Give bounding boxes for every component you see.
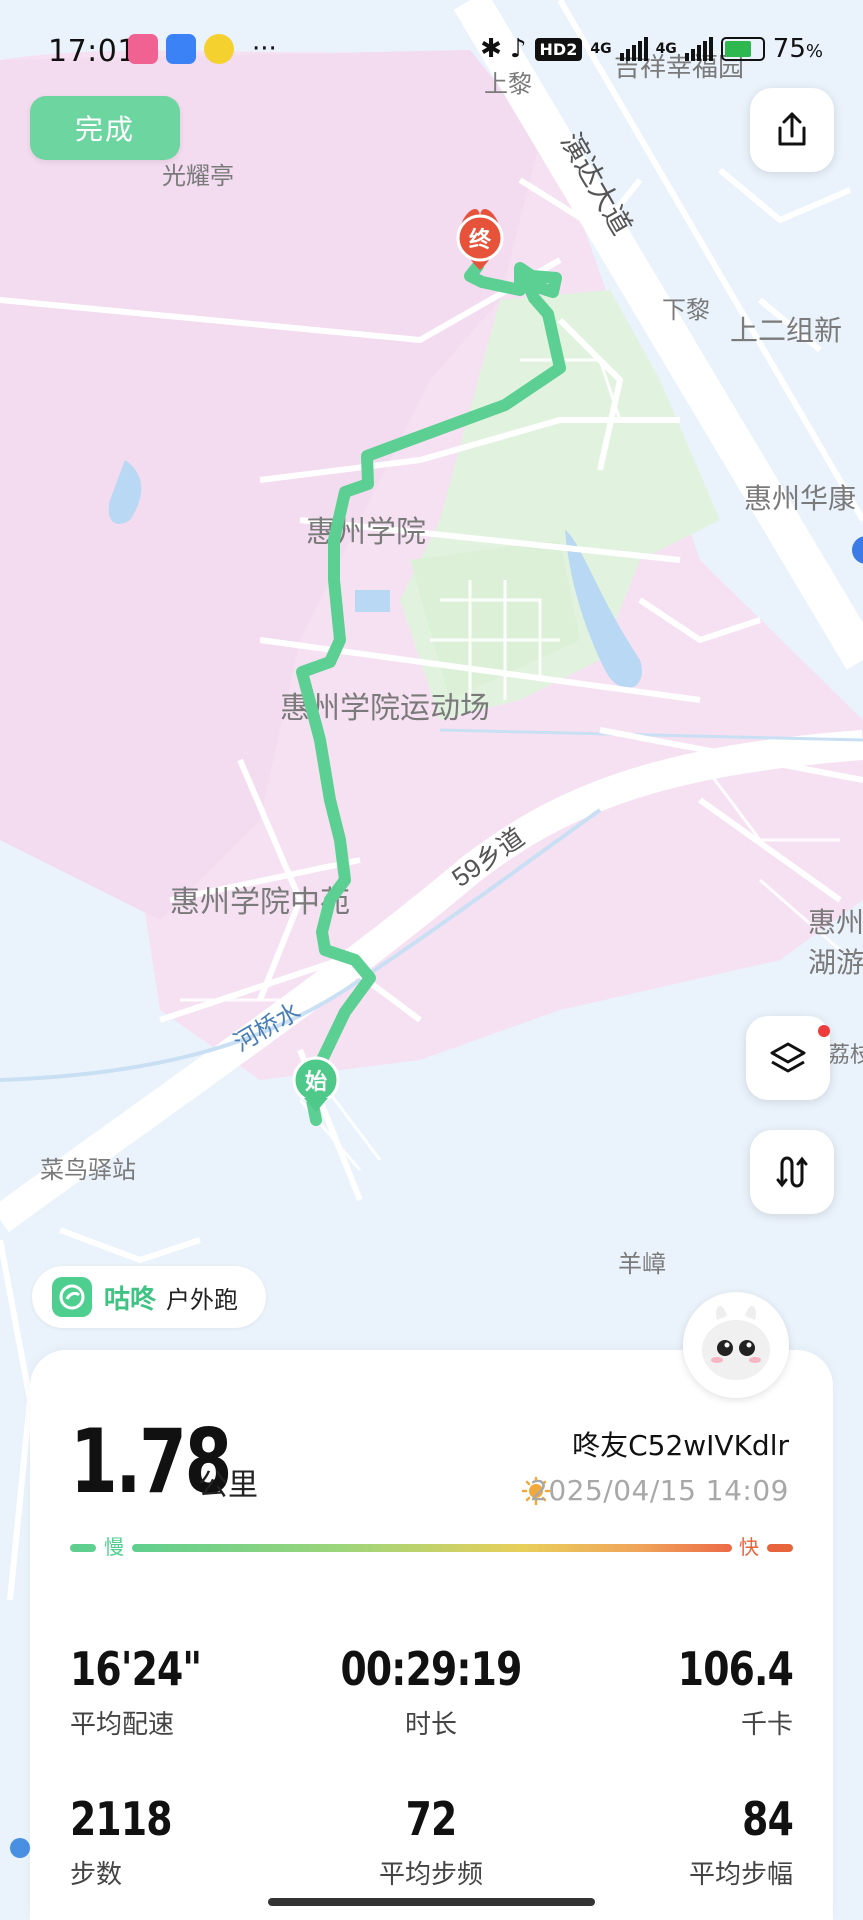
notification-dot xyxy=(818,1025,830,1037)
map-label-lake2: 湖游 xyxy=(808,947,863,978)
share-button[interactable] xyxy=(750,88,834,172)
bluetooth-icon: ✱ xyxy=(480,34,502,64)
status-app-icons: ··· xyxy=(128,34,277,64)
status-time: 17:01 xyxy=(48,34,137,69)
brand-name: 咕咚 xyxy=(104,1284,157,1315)
signal-icon-2 xyxy=(684,37,713,61)
stat-steps: 2118 步数 xyxy=(70,1792,173,1890)
stat-avg-pace: 16'24" 平均配速 xyxy=(70,1642,202,1740)
mascot-avatar[interactable] xyxy=(683,1292,789,1398)
map-label-li: 荔枝 xyxy=(828,1042,863,1067)
map-label-cainiao: 菜鸟驿站 xyxy=(40,1157,136,1184)
status-indicators: ✱ ♪ HD2 4G 4G 75% xyxy=(480,34,823,64)
stat-stride: 84 平均步幅 xyxy=(688,1792,794,1890)
layers-icon xyxy=(770,1042,806,1073)
start-marker-label: 始 xyxy=(305,1069,327,1094)
pace-legend-bar: 慢 快 xyxy=(70,1534,793,1564)
status-bar: 17:01 ··· ✱ ♪ HD2 4G 4G 75% xyxy=(0,0,863,100)
fast-label: 快 xyxy=(739,1535,759,1559)
share-icon xyxy=(778,112,806,146)
route-icon xyxy=(776,1156,808,1188)
map-label-huizhou-lake: 惠州 xyxy=(808,907,863,938)
battery-level: 75% xyxy=(772,34,823,64)
done-button[interactable]: 完成 xyxy=(30,96,180,160)
codoon-logo-icon xyxy=(52,1277,92,1317)
compass-dot xyxy=(10,1838,30,1858)
network-type-1: 4G xyxy=(590,41,612,57)
map-label-guangyao: 光耀亭 xyxy=(162,163,234,190)
stat-cadence: 72 平均步频 xyxy=(378,1792,483,1890)
stat-calories: 106.4 千卡 xyxy=(677,1642,794,1740)
mute-icon: ♪ xyxy=(509,34,527,64)
workout-summary-card: 1.78 公里 咚友C52wIVKdlr 2025/04/15 14:09 慢 … xyxy=(30,1350,833,1920)
route-toggle-button[interactable] xyxy=(750,1130,834,1214)
slow-label: 慢 xyxy=(104,1535,124,1559)
mail-icon xyxy=(166,34,196,64)
end-marker-label: 终 xyxy=(469,227,492,252)
map-label-hzxy: 惠州学院 xyxy=(306,516,426,549)
workout-datetime: 2025/04/15 14:09 xyxy=(530,1474,789,1507)
music-icon xyxy=(204,34,234,64)
mascot-icon xyxy=(702,1305,770,1380)
battery-icon xyxy=(720,37,765,61)
stat-duration: 00:29:19 时长 xyxy=(340,1642,522,1740)
signal-icon xyxy=(619,37,648,61)
distance-unit: 公里 xyxy=(198,1468,258,1503)
map-label-xiali: 下黎 xyxy=(662,297,710,324)
activity-type: 户外跑 xyxy=(166,1285,239,1314)
map-label-shanger: 上二组新 xyxy=(730,315,842,346)
more-icon: ··· xyxy=(252,34,277,64)
hd-icon: HD2 xyxy=(534,37,583,61)
user-name: 咚友C52wIVKdlr xyxy=(572,1429,789,1462)
pace-gradient xyxy=(132,1544,732,1552)
brand-badge: 咕咚 户外跑 xyxy=(32,1266,266,1328)
network-type-2: 4G xyxy=(655,41,677,57)
bilibili-icon xyxy=(128,34,158,64)
map-label-yangzhang: 羊嶂 xyxy=(618,1251,666,1278)
map-label-huizhou-hua: 惠州华康 xyxy=(744,483,856,514)
home-indicator[interactable] xyxy=(268,1898,595,1906)
